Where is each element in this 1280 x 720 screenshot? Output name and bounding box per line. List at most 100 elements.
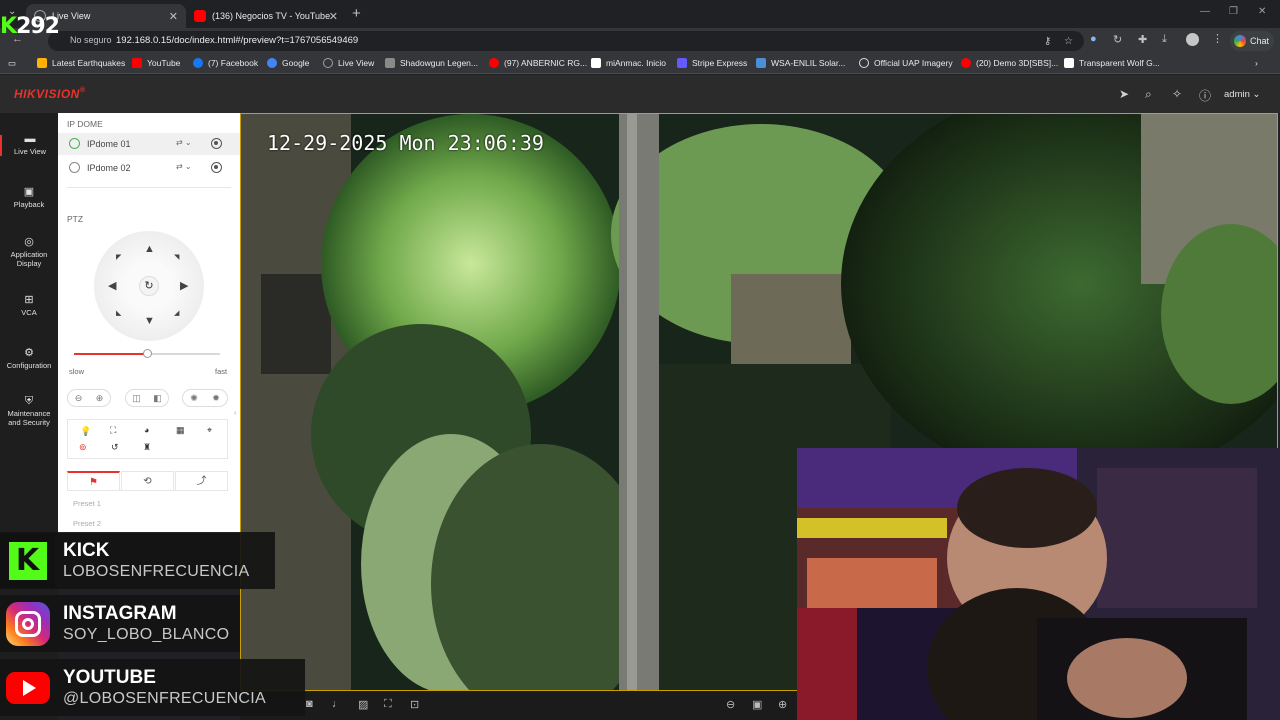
bookmark-item[interactable]: (97) ANBERNIC RG... [489,58,587,68]
ptz-up-right-icon[interactable]: ◥ [174,253,179,261]
focus-near-icon[interactable]: ◫ [132,393,141,404]
preset-item[interactable]: Preset 1 [73,499,101,508]
bookmark-label: Official UAP Imagery [874,58,953,68]
ptz-right-icon[interactable]: ▶ [180,279,188,292]
more-menu-icon[interactable]: ⋮ [1212,32,1223,45]
youtube-icon [489,58,499,68]
auto-pan-button[interactable]: ↻ [139,276,159,296]
stream-switch-icon[interactable]: ⇄ ⌄ [176,138,192,147]
nav-application-display[interactable]: ◎ Application Display [0,237,58,269]
bookmark-item[interactable]: Google [267,58,309,68]
capture-icon[interactable]: ◙ [306,698,313,710]
ptz-down-icon[interactable]: ▼ [144,315,155,327]
next-icon[interactable]: ⊕ [778,698,787,711]
previous-icon[interactable]: ⊖ [726,698,735,711]
bookmarks-overflow-icon[interactable]: › [1255,58,1258,68]
info-icon[interactable]: ⓘ [1199,87,1211,104]
restore-icon[interactable]: ❐ [1229,6,1238,17]
send-icon[interactable]: ➤ [1119,87,1129,101]
panel-collapse-icon[interactable]: ‹ [234,410,236,417]
brand-text: HIKVISION [14,87,80,101]
ptz-left-icon[interactable]: ◀ [108,279,116,292]
bookmark-item[interactable]: Stripe Express [677,58,747,68]
minimize-icon[interactable]: — [1200,6,1210,17]
bookmark-item[interactable]: Latest Earthquakes [37,58,125,68]
not-secure-label[interactable]: No seguro [70,35,112,45]
light-icon[interactable]: 💡 [80,426,91,437]
layout-icon[interactable]: ▣ [752,698,762,711]
slider-handle[interactable] [143,349,152,358]
3d-position-icon[interactable]: ⛶ [110,425,116,436]
puzzle-icon[interactable]: ✚ [1138,33,1147,46]
close-icon[interactable]: ✕ [329,10,338,23]
refresh-extension-icon[interactable]: ↻ [1113,33,1122,46]
bookmark-item[interactable]: YouTube [132,58,180,68]
iris-open-icon[interactable]: ✹ [212,393,220,404]
nav-live-view[interactable]: ▬ Live View [0,134,58,156]
camera-status-icon [69,162,80,173]
key-icon[interactable]: ⚷ [1044,36,1051,47]
manual-tracking-icon[interactable]: ⊚ [79,442,87,453]
nav-playback[interactable]: ▣ Playback [0,187,58,210]
ptz-down-right-icon[interactable]: ◢ [174,309,179,317]
zoom-in-icon[interactable]: ⊕ [96,393,104,404]
ptz-speed-slider[interactable] [74,349,220,358]
sidebar-toggle-icon[interactable]: ▭ [8,58,16,69]
bookmark-item[interactable]: Live View [323,58,374,68]
record-icon[interactable] [211,138,222,149]
park-icon[interactable]: ↺ [111,442,119,453]
nav-configuration[interactable]: ⚙ Configuration [0,348,58,371]
camera-item-ipdome-02[interactable]: IPdome 02 ⇄ ⌄ [58,157,240,179]
preset-item[interactable]: Preset 2 [73,519,101,528]
nav-vca[interactable]: ⊞ VCA [0,295,58,318]
chat-button[interactable]: Chat [1230,31,1274,51]
ptz-down-left-icon[interactable]: ◣ [116,309,121,317]
tab-presets[interactable]: ⚑ [67,471,120,491]
facebook-icon [193,58,203,68]
bookmark-item[interactable]: Official UAP Imagery [859,58,953,68]
close-icon[interactable]: ✕ [169,10,178,23]
streamer-webcam [797,448,1280,720]
tab-patrols[interactable]: ⟲ [121,471,174,491]
tab-patterns[interactable]: ⤴ [175,471,228,491]
divider [67,187,231,188]
new-tab-button[interactable]: + [352,5,361,22]
user-menu[interactable]: admin ⌄ [1224,89,1260,100]
ptz-tabs: ⚑ ⟲ ⤴ [67,471,228,491]
zoom-out-icon[interactable]: ⊖ [75,393,83,404]
window-close-icon[interactable]: ✕ [1258,6,1266,17]
zoom-region-icon[interactable]: ⛶ [384,698,392,711]
iris-close-icon[interactable]: ✺ [190,393,198,404]
camera-item-ipdome-01[interactable]: IPdome 01 ⇄ ⌄ [58,133,240,155]
microphone-icon[interactable]: ♩ [332,698,343,710]
bookmark-item[interactable]: (20) Demo 3D[SBS]... [961,58,1058,68]
wizard-icon[interactable]: ✧ [1172,87,1182,101]
search-icon[interactable]: ⌕ [1145,87,1152,102]
extension-icon[interactable]: ● [1090,33,1097,45]
image-icon[interactable]: ▨ [358,698,368,711]
focus-far-icon[interactable]: ◧ [153,393,162,404]
omnibox[interactable]: No seguro 192.168.0.15/doc/index.html#/p… [48,31,1084,51]
url-text[interactable]: 192.168.0.15/doc/index.html#/preview?t=1… [116,35,358,46]
bookmarks-bar: ▭ Latest Earthquakes YouTube (7) Faceboo… [0,54,1280,74]
downloads-icon[interactable]: ⤓ [1162,33,1167,46]
focus-region-icon[interactable]: ⊡ [410,698,419,711]
profile-avatar[interactable] [1186,33,1199,46]
bookmark-item[interactable]: Transparent Wolf G... [1064,58,1160,68]
wiper-icon[interactable]: ◕ [144,425,149,435]
nav-maintenance-security[interactable]: ⛨ Maintenance and Security [0,396,58,428]
bookmark-item[interactable]: Shadowgun Legen... [385,58,478,68]
ptz-up-left-icon[interactable]: ◤ [116,253,121,261]
stream-switch-icon[interactable]: ⇄ ⌄ [176,162,192,171]
grid-icon[interactable]: ▦ [176,425,185,436]
bookmark-item[interactable]: (7) Facebook [193,58,258,68]
bookmark-item[interactable]: WSA-ENLIL Solar... [756,58,845,68]
tracking-icon[interactable]: ⌖ [207,425,212,436]
ptz-up-icon[interactable]: ▲ [144,243,155,255]
person-icon[interactable]: ♜ [143,442,151,453]
tab-youtube[interactable]: (136) Negocios TV - YouTube ✕ [186,4,346,28]
youtube-icon [132,58,142,68]
bookmark-item[interactable]: miAnmac. Inicio [591,58,666,68]
record-icon[interactable] [211,162,222,173]
star-icon[interactable]: ☆ [1064,36,1073,47]
